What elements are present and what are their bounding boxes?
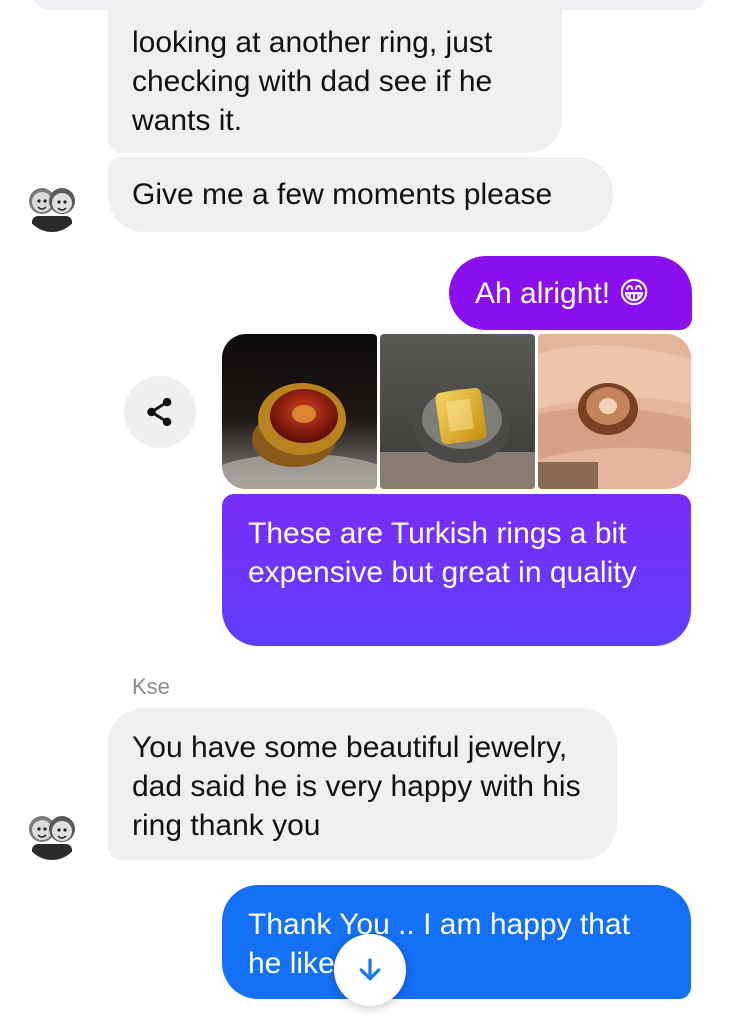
message-bubble-incoming[interactable]: Give me a few moments please [108, 157, 613, 232]
share-icon [147, 397, 172, 427]
photo-citrine-silver-ring[interactable] [380, 334, 535, 489]
sender-name: Kse [132, 674, 170, 699]
message-bubble-incoming[interactable]: You have some beautiful jewelry, dad sai… [108, 708, 617, 860]
share-button[interactable] [124, 376, 196, 448]
message-bubble-incoming[interactable]: looking at another ring, just checking w… [108, 0, 562, 153]
scroll-to-bottom-button[interactable] [334, 934, 406, 1006]
message-text: You have some beautiful jewelry, dad sai… [132, 731, 581, 842]
message-bubble-outgoing[interactable]: These are Turkish rings a bit expensive … [222, 494, 691, 646]
message-text: These are Turkish rings a bit expensive … [248, 517, 637, 589]
message-text: looking at another ring, just checking w… [132, 26, 493, 137]
avatar-caricature-icon [24, 804, 80, 860]
arrow-down-icon [359, 958, 381, 981]
photo-red-stone-ring[interactable] [222, 334, 377, 489]
message-bubble-outgoing[interactable]: Thank You .. I am happy that he liked 👍 [222, 885, 691, 999]
message-bubble-outgoing[interactable]: Ah alright! 😁 [449, 256, 692, 330]
message-text: Thank You .. I am happy that he liked 👍 [248, 908, 630, 980]
photo-ring-on-hand[interactable] [538, 334, 691, 489]
message-text: Ah alright! 😁 [475, 277, 650, 310]
message-text: Give me a few moments please [132, 178, 553, 211]
avatar-caricature-icon [24, 176, 80, 232]
contact-avatar[interactable] [24, 176, 80, 232]
contact-avatar[interactable] [24, 804, 80, 860]
